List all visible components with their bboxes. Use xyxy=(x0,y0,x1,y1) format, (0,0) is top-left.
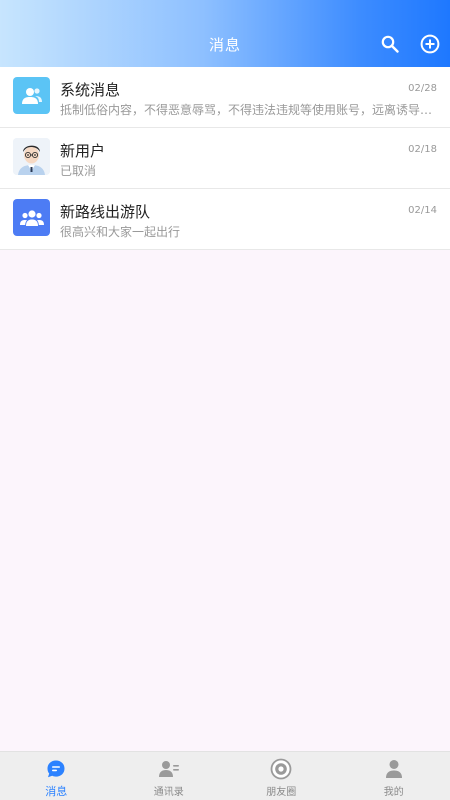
user-portrait-icon xyxy=(13,138,50,175)
nav-icon-wrapper xyxy=(383,758,405,780)
nav-label: 朋友圈 xyxy=(266,787,297,798)
add-button[interactable] xyxy=(418,32,442,56)
conversation-name: 新路线出游队 xyxy=(60,203,151,221)
avatar xyxy=(13,138,50,175)
header-bar: 消息 xyxy=(0,0,450,67)
conversation-time: 02/14 xyxy=(408,205,437,216)
search-button[interactable] xyxy=(378,32,402,56)
nav-label: 通讯录 xyxy=(153,787,184,798)
search-icon xyxy=(381,35,399,53)
nav-icon-wrapper xyxy=(158,758,180,780)
profile-icon xyxy=(385,760,402,778)
conversation-name: 新用户 xyxy=(60,142,106,160)
nav-item-messages[interactable]: 消息 xyxy=(0,752,113,800)
conversation-item-group[interactable]: 新路线出游队 很高兴和大家一起出行 02/14 xyxy=(0,189,450,250)
avatar xyxy=(13,77,50,114)
nav-item-contacts[interactable]: 通讯录 xyxy=(113,752,226,800)
bottom-nav: 消息 通讯录 朋友圈 我的 xyxy=(0,751,450,800)
nav-item-profile[interactable]: 我的 xyxy=(338,752,450,800)
conversation-name: 系统消息 xyxy=(60,81,121,99)
conversation-item-new-user[interactable]: 新用户 已取消 02/18 xyxy=(0,128,450,189)
system-user-icon xyxy=(21,87,42,104)
conversation-time: 02/18 xyxy=(408,144,437,155)
moments-icon xyxy=(270,758,292,780)
conversation-list: 系统消息 抵制低俗内容，不得恶意辱骂，不得违法违规等使用账号，远离诱导… 02/… xyxy=(0,67,450,250)
nav-icon-wrapper xyxy=(270,758,292,780)
contacts-icon xyxy=(158,761,179,777)
conversation-time: 02/28 xyxy=(408,83,437,94)
conversation-preview: 抵制低俗内容，不得恶意辱骂，不得违法违规等使用账号，远离诱导… xyxy=(60,103,432,117)
group-icon xyxy=(19,209,44,226)
nav-item-moments[interactable]: 朋友圈 xyxy=(225,752,338,800)
message-screen: 消息 系统消息 抵制低俗内容，不得恶意辱骂，不得违法违规等使用账号，远离诱导… … xyxy=(0,0,450,800)
nav-label: 消息 xyxy=(45,785,68,798)
nav-icon-wrapper xyxy=(45,758,67,780)
conversation-item-system[interactable]: 系统消息 抵制低俗内容，不得恶意辱骂，不得违法违规等使用账号，远离诱导… 02/… xyxy=(0,67,450,128)
plus-circle-icon xyxy=(420,34,440,54)
conversation-preview: 很高兴和大家一起出行 xyxy=(60,225,181,239)
avatar xyxy=(13,199,50,236)
conversation-preview: 已取消 xyxy=(60,164,97,178)
nav-label: 我的 xyxy=(383,787,404,798)
chat-icon xyxy=(47,760,65,778)
